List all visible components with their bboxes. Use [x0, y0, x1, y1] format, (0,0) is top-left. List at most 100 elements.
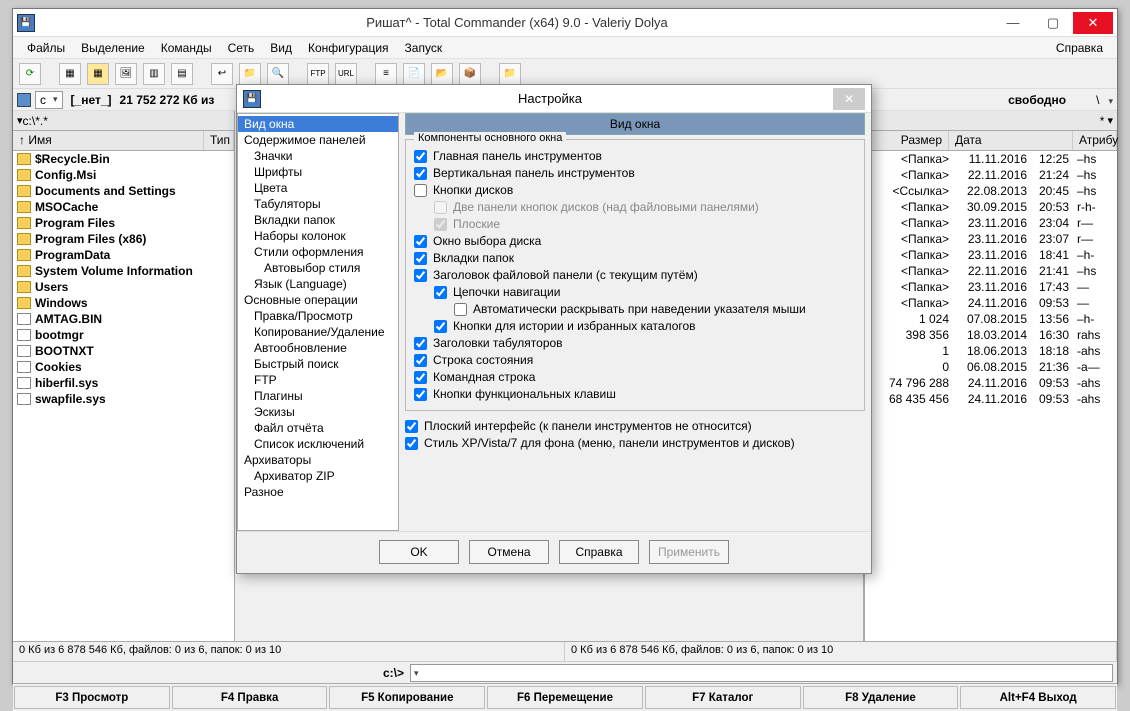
menu-run[interactable]: Запуск [397, 39, 451, 57]
fkey-button[interactable]: F7 Каталог [645, 686, 801, 709]
option-o4[interactable]: Окно выбора диска [414, 234, 856, 248]
file-row[interactable]: System Volume Information [13, 263, 234, 279]
checkbox[interactable] [414, 252, 427, 265]
file-row[interactable]: Config.Msi [13, 167, 234, 183]
checkbox[interactable] [454, 303, 467, 316]
tree-node[interactable]: Архиваторы [238, 452, 398, 468]
option-o6a[interactable]: Цепочки навигации [434, 285, 856, 299]
toolbar-icon[interactable]: ≡ [375, 63, 397, 85]
file-row[interactable]: <Папка>30.09.201520:53r-h- [865, 199, 1117, 215]
right-file-list[interactable]: <Папка>11.11.201612:25–hs<Папка>22.11.20… [865, 151, 1117, 641]
tree-node[interactable]: Основные операции [238, 292, 398, 308]
command-input[interactable] [410, 664, 1113, 682]
toolbar-icon[interactable]: 📂 [431, 63, 453, 85]
file-row[interactable]: AMTAG.BIN [13, 311, 234, 327]
option-e1[interactable]: Плоский интерфейс (к панели инструментов… [405, 419, 865, 433]
fkey-button[interactable]: F4 Правка [172, 686, 328, 709]
option-o9[interactable]: Командная строка [414, 370, 856, 384]
file-row[interactable]: hiberfil.sys [13, 375, 234, 391]
col-type[interactable]: Тип [204, 131, 234, 150]
tree-node[interactable]: Список исключений [238, 436, 398, 452]
tree-node[interactable]: Эскизы [238, 404, 398, 420]
tree-node[interactable]: Быстрый поиск [238, 356, 398, 372]
ok-button[interactable]: OK [379, 540, 459, 564]
file-row[interactable]: ProgramData [13, 247, 234, 263]
menu-view[interactable]: Вид [262, 39, 300, 57]
menu-net[interactable]: Сеть [220, 39, 263, 57]
help-button[interactable]: Справка [559, 540, 639, 564]
option-o7[interactable]: Заголовки табуляторов [414, 336, 856, 350]
tree-node[interactable]: FTP [238, 372, 398, 388]
file-row[interactable]: <Ссылка>22.08.201320:45–hs [865, 183, 1117, 199]
checkbox[interactable] [414, 269, 427, 282]
tree-node[interactable]: Разное [238, 484, 398, 500]
toolbar-icon[interactable]: ▥ [143, 63, 165, 85]
tree-node[interactable]: Язык (Language) [238, 276, 398, 292]
checkbox[interactable] [434, 320, 447, 333]
file-row[interactable]: <Папка>22.11.201621:24–hs [865, 167, 1117, 183]
cancel-button[interactable]: Отмена [469, 540, 549, 564]
fkey-button[interactable]: F6 Перемещение [487, 686, 643, 709]
toolbar-icon[interactable]: 📦 [459, 63, 481, 85]
col-size[interactable]: Размер [865, 131, 949, 150]
option-o6b[interactable]: Автоматически раскрывать при наведении у… [454, 302, 856, 316]
file-row[interactable]: MSOCache [13, 199, 234, 215]
file-row[interactable]: Documents and Settings [13, 183, 234, 199]
left-drive-combo[interactable]: c [35, 91, 63, 109]
tree-node[interactable]: Вкладки папок [238, 212, 398, 228]
file-row[interactable]: <Папка>24.11.201609:53— [865, 295, 1117, 311]
dialog-close-button[interactable]: ✕ [833, 88, 865, 110]
file-row[interactable]: <Папка>23.11.201623:07r— [865, 231, 1117, 247]
col-name[interactable]: ↑ Имя [13, 131, 204, 150]
toolbar-icon[interactable]: 📁 [239, 63, 261, 85]
menu-help[interactable]: Справка [1048, 39, 1111, 57]
apply-button[interactable]: Применить [649, 540, 729, 564]
option-o6c[interactable]: Кнопки для истории и избранных каталогов [434, 319, 856, 333]
file-row[interactable]: <Папка>11.11.201612:25–hs [865, 151, 1117, 167]
option-e2[interactable]: Стиль XP/Vista/7 для фона (меню, панели … [405, 436, 865, 450]
settings-tree[interactable]: Вид окнаСодержимое панелейЗначкиШрифтыЦв… [237, 113, 399, 531]
option-o8[interactable]: Строка состояния [414, 353, 856, 367]
tree-node[interactable]: Файл отчёта [238, 420, 398, 436]
tree-node[interactable]: Автообновление [238, 340, 398, 356]
file-row[interactable]: <Папка>22.11.201621:41–hs [865, 263, 1117, 279]
tree-node[interactable]: Вид окна [238, 116, 398, 132]
file-row[interactable]: Program Files [13, 215, 234, 231]
file-row[interactable]: 1 02407.08.201513:56–h- [865, 311, 1117, 327]
tree-node[interactable]: Значки [238, 148, 398, 164]
file-row[interactable]: 118.06.201318:18-ahs [865, 343, 1117, 359]
toolbar-icon[interactable]: ▤ [171, 63, 193, 85]
checkbox[interactable] [414, 388, 427, 401]
checkbox[interactable] [414, 167, 427, 180]
checkbox[interactable] [405, 420, 418, 433]
toolbar-icon[interactable]: 📄 [403, 63, 425, 85]
tree-node[interactable]: Наборы колонок [238, 228, 398, 244]
checkbox[interactable] [414, 150, 427, 163]
right-tab[interactable]: * ▾ [865, 111, 1117, 131]
toolbar-icon[interactable]: FTP [307, 63, 329, 85]
checkbox[interactable] [414, 184, 427, 197]
file-row[interactable]: <Папка>23.11.201617:43— [865, 279, 1117, 295]
file-row[interactable]: swapfile.sys [13, 391, 234, 407]
option-o10[interactable]: Кнопки функциональных клавиш [414, 387, 856, 401]
file-row[interactable]: bootmgr [13, 327, 234, 343]
refresh-icon[interactable]: ⟳ [19, 63, 41, 85]
option-o3[interactable]: Кнопки дисков [414, 183, 856, 197]
maximize-button[interactable]: ▢ [1033, 12, 1073, 34]
toolbar-icon[interactable]: 🖼 [115, 63, 137, 85]
file-row[interactable]: Windows [13, 295, 234, 311]
file-row[interactable]: Program Files (x86) [13, 231, 234, 247]
minimize-button[interactable]: — [993, 12, 1033, 34]
left-file-list[interactable]: $Recycle.BinConfig.MsiDocuments and Sett… [13, 151, 234, 641]
checkbox[interactable] [434, 286, 447, 299]
menu-config[interactable]: Конфигурация [300, 39, 397, 57]
tree-node[interactable]: Стили оформления [238, 244, 398, 260]
file-row[interactable]: <Папка>23.11.201618:41–h- [865, 247, 1117, 263]
toolbar-icon[interactable]: 🔍 [267, 63, 289, 85]
fkey-button[interactable]: F3 Просмотр [14, 686, 170, 709]
tree-node[interactable]: Содержимое панелей [238, 132, 398, 148]
file-row[interactable]: BOOTNXT [13, 343, 234, 359]
toolbar-icon[interactable]: ▦ [59, 63, 81, 85]
file-row[interactable]: 68 435 45624.11.201609:53-ahs [865, 391, 1117, 407]
tree-node[interactable]: Копирование/Удаление [238, 324, 398, 340]
